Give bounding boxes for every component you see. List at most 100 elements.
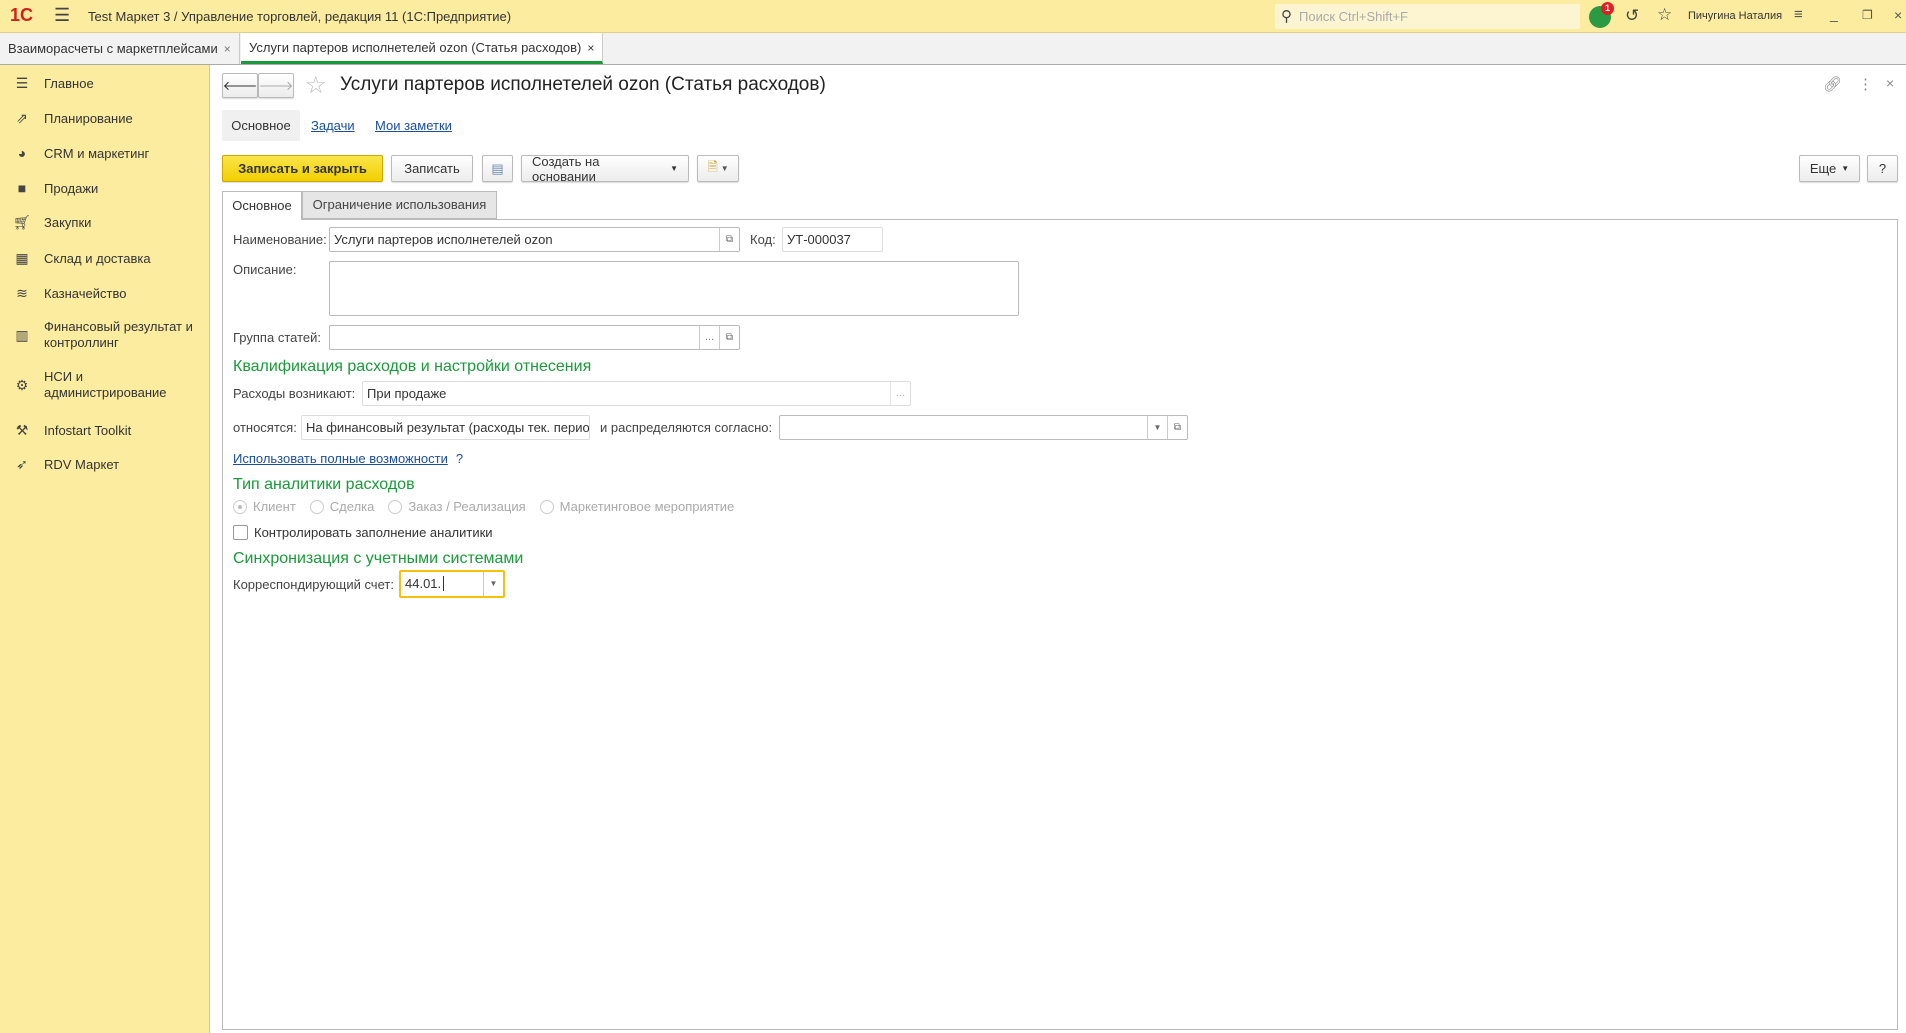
search-input[interactable]: ⚲ Поиск Ctrl+Shift+F xyxy=(1275,4,1580,29)
group-input[interactable]: … ⧉ xyxy=(329,325,740,350)
code-label: Код: xyxy=(750,232,776,247)
favorite-star-icon[interactable]: ☆ xyxy=(305,71,327,100)
report-icon[interactable]: ▤ xyxy=(482,155,513,182)
section-sync: Синхронизация с учетными системами xyxy=(233,550,524,567)
user-name[interactable]: Пичугина Наталия xyxy=(1688,10,1782,22)
help-icon[interactable]: ? xyxy=(456,451,463,466)
tab-mutual-settlements[interactable]: Взаиморасчеты с маркетплейсами × xyxy=(0,33,240,64)
settings-menu-icon[interactable]: ≡ xyxy=(1794,6,1803,23)
sidebar-item-label: Казначейство xyxy=(44,285,127,301)
tab-label: Взаиморасчеты с маркетплейсами xyxy=(8,41,218,56)
description-label: Описание: xyxy=(233,262,297,277)
notification-bell-icon[interactable]: 1 xyxy=(1589,2,1614,28)
back-button[interactable]: 🡐 xyxy=(222,73,258,98)
tab-expense-item[interactable]: Услуги партеров исполнетелей ozon (Стать… xyxy=(241,33,604,64)
sidebar-item-treasury[interactable]: ≋ Казначейство xyxy=(0,283,210,303)
forward-button[interactable]: 🡒 xyxy=(258,73,294,98)
sidebar-item-main[interactable]: ☰ Главное xyxy=(0,73,210,93)
name-value: Услуги партеров исполнетелей ozon xyxy=(334,232,553,247)
code-input[interactable]: УТ-000037 xyxy=(782,227,883,252)
sidebar-item-label: НСИ и администрирование xyxy=(44,369,167,400)
link-icon[interactable]: 🔗︎ xyxy=(1823,75,1842,93)
page-title: Услуги партеров исполнетелей ozon (Стать… xyxy=(340,74,826,95)
subtab-notes[interactable]: Мои заметки xyxy=(375,118,452,133)
sidebar-item-rdv[interactable]: ➶ RDV Маркет xyxy=(0,454,210,474)
save-and-close-button[interactable]: Записать и закрыть xyxy=(222,155,383,182)
restore-icon[interactable]: ❐ xyxy=(1862,8,1873,22)
minimize-icon[interactable]: _ xyxy=(1830,6,1838,22)
name-label: Наименование: xyxy=(233,232,327,247)
search-icon: ⚲ xyxy=(1281,8,1292,25)
dropdown-arrow-icon: ▼ xyxy=(720,164,729,173)
arrow-left-icon: 🡐 xyxy=(222,77,258,93)
favorites-star-icon[interactable]: ☆ xyxy=(1657,5,1672,25)
select-ellipsis-icon[interactable]: … xyxy=(699,326,719,349)
full-features-link-text[interactable]: Использовать полные возможности xyxy=(233,451,448,466)
main-menu-icon[interactable]: ☰ xyxy=(54,5,70,26)
notification-badge: 1 xyxy=(1601,2,1614,15)
create-based-on-button[interactable]: Создать на основании ▼ xyxy=(521,153,689,184)
more-actions-icon[interactable]: ⋮ xyxy=(1858,75,1873,93)
help-button[interactable]: ? xyxy=(1867,155,1898,182)
print-attachments-button[interactable]: 🗎 ▼ xyxy=(697,155,739,182)
relate-input[interactable]: На финансовый результат (расходы тек. пе… xyxy=(301,415,590,440)
radio-label: Маркетинговое мероприятие xyxy=(559,499,735,514)
select-ellipsis-icon[interactable]: … xyxy=(890,382,910,405)
search-placeholder: Поиск Ctrl+Shift+F xyxy=(1299,9,1408,24)
radio-marketing[interactable]: Маркетинговое мероприятие xyxy=(539,499,735,514)
close-tab-icon[interactable]: × xyxy=(224,42,231,56)
grid-icon: ▦ xyxy=(15,249,29,266)
rocket-icon: ➶ xyxy=(16,455,28,472)
radio-order[interactable]: Заказ / Реализация xyxy=(388,499,526,514)
radio-label: Заказ / Реализация xyxy=(408,499,526,514)
create-based-on-label: Создать на основании xyxy=(532,153,600,184)
menu-icon: ☰ xyxy=(15,74,29,91)
open-icon[interactable]: ⧉ xyxy=(1167,416,1187,439)
save-button[interactable]: Записать xyxy=(391,155,473,182)
sidebar-item-finance[interactable]: ▥ Финансовый результат и контроллинг xyxy=(0,316,210,354)
close-window-icon[interactable]: × xyxy=(1894,7,1902,23)
description-input[interactable] xyxy=(329,261,1019,316)
relate-label: относятся: xyxy=(233,420,297,435)
subtab-main[interactable]: Основное xyxy=(222,110,300,141)
open-icon[interactable]: ⧉ xyxy=(719,228,739,251)
dropdown-arrow-icon[interactable]: ▼ xyxy=(1147,416,1167,439)
radio-deal[interactable]: Сделка xyxy=(309,499,374,514)
history-icon[interactable]: ↺ xyxy=(1625,6,1639,26)
more-label: Еще xyxy=(1809,161,1837,176)
analytics-radio-group: Клиент Сделка Заказ / Реализация Маркети… xyxy=(233,499,748,514)
dropdown-arrow-icon: ▼ xyxy=(670,164,678,173)
checkbox-icon[interactable] xyxy=(233,525,248,540)
close-form-icon[interactable]: × xyxy=(1886,75,1894,91)
sidebar-item-crm[interactable]: ◕ CRM и маркетинг xyxy=(0,143,210,163)
radio-client[interactable]: Клиент xyxy=(233,499,296,514)
subtab-tasks[interactable]: Задачи xyxy=(311,118,355,133)
sidebar-item-planning[interactable]: ⇗ Планирование xyxy=(0,108,210,128)
close-tab-icon[interactable]: × xyxy=(587,41,594,55)
tab-main[interactable]: Основное xyxy=(222,191,302,220)
gear-icon: ⚙ xyxy=(15,376,29,393)
arise-label: Расходы возникают: xyxy=(233,386,356,401)
bar-chart-icon: ▥ xyxy=(15,326,29,343)
dropdown-arrow-icon: ▼ xyxy=(1841,164,1850,173)
sidebar-item-purchases[interactable]: 🛒︎ Закупки xyxy=(0,212,210,232)
dropdown-arrow-icon[interactable]: ▼ xyxy=(483,572,503,596)
sidebar-item-admin[interactable]: ⚙ НСИ и администрирование xyxy=(0,366,210,404)
more-button[interactable]: Еще ▼ xyxy=(1799,155,1860,182)
sidebar-item-label: Планирование xyxy=(44,110,133,126)
open-icon[interactable]: ⧉ xyxy=(719,326,739,349)
distribute-select[interactable]: ▼ ⧉ xyxy=(779,415,1188,440)
control-analytics-checkbox[interactable]: Контролировать заполнение аналитики xyxy=(233,525,493,540)
name-input[interactable]: Услуги партеров исполнетелей ozon ⧉ xyxy=(329,227,740,252)
checkbox-label: Контролировать заполнение аналитики xyxy=(254,525,493,540)
arise-input[interactable]: При продаже… xyxy=(362,381,911,406)
logo-1c: 1С xyxy=(10,5,34,25)
account-input[interactable]: 44.01. ▼ xyxy=(399,570,505,598)
sidebar-item-infostart[interactable]: ⚒ Infostart Toolkit xyxy=(0,420,210,440)
tab-usage-restriction[interactable]: Ограничение использования xyxy=(302,191,497,219)
full-features-link[interactable]: Использовать полные возможности? xyxy=(233,451,463,466)
sidebar-item-warehouse[interactable]: ▦ Склад и доставка xyxy=(0,248,210,268)
sidebar-item-sales[interactable]: ■ Продажи xyxy=(0,178,210,198)
sidebar-item-label: Склад и доставка xyxy=(44,250,151,266)
coins-icon: ≋ xyxy=(16,284,28,301)
